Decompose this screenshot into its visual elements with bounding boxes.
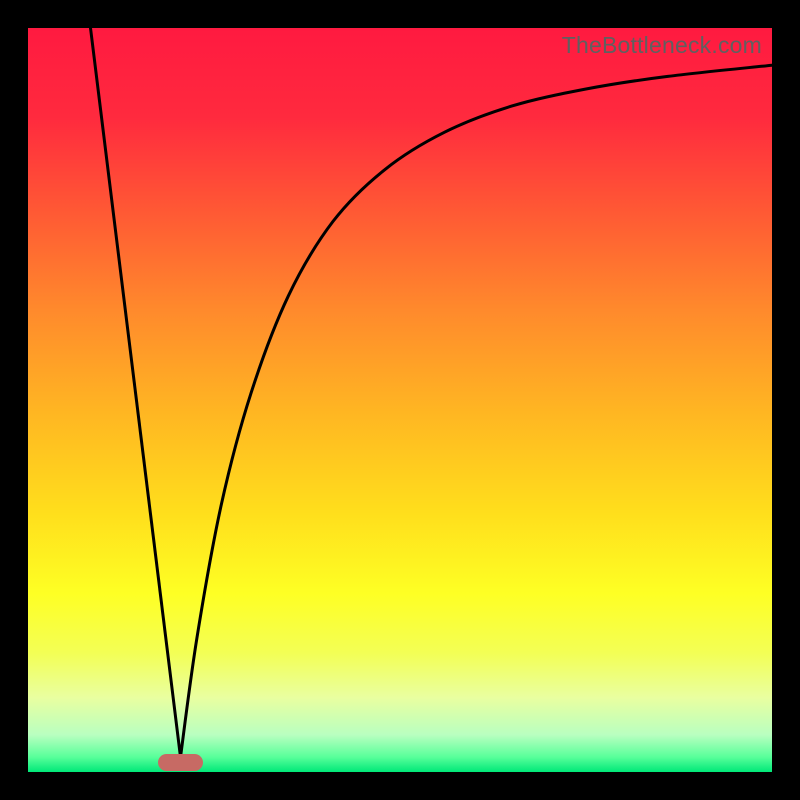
chart-frame: TheBottleneck.com (0, 0, 800, 800)
plot-area: TheBottleneck.com (28, 28, 772, 772)
bottleneck-curve (28, 28, 772, 772)
curve-right-ascent (181, 65, 773, 757)
curve-left-descent (91, 28, 181, 757)
watermark-text: TheBottleneck.com (562, 32, 762, 59)
optimal-marker (158, 754, 203, 770)
